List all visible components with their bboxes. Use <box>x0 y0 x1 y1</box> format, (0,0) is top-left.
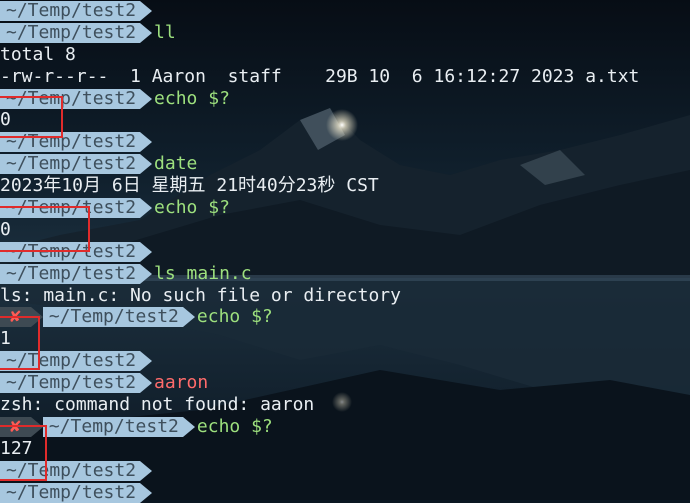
prompt-line: ~/Temp/test2 <box>0 460 690 482</box>
command-text: ll <box>154 21 176 43</box>
command-text: ls main.c <box>154 262 252 284</box>
prompt-path: ~/Temp/test2 <box>0 241 153 262</box>
prompt-line: ~/Temp/test2 ll <box>0 22 690 44</box>
output-line: zsh: command not found: aaron <box>0 394 690 416</box>
prompt-path: ~/Temp/test2 <box>0 154 153 175</box>
output-line: ls: main.c: No such file or directory <box>0 285 690 307</box>
prompt-line: ~/Temp/test2 <box>0 241 690 263</box>
prompt-path: ~/Temp/test2 <box>0 88 153 109</box>
prompt-path: ~/Temp/test2 <box>0 460 153 481</box>
output-text: 2023年10月 6日 星期五 21时40分23秒 CST <box>0 175 379 197</box>
output-text: 0 <box>0 218 11 240</box>
output-line: -rw-r--r-- 1 Aaron staff 29B 10 6 16:12:… <box>0 66 690 88</box>
prompt-line: ~/Temp/test2 <box>0 350 690 372</box>
output-line: total 8 <box>0 44 690 66</box>
prompt-path: ~/Temp/test2 <box>0 0 153 21</box>
prompt-path: ~/Temp/test2 <box>0 351 153 372</box>
prompt-line: ~/Temp/test2 ls main.c <box>0 263 690 285</box>
output-line: 1 <box>0 328 690 350</box>
prompt-path: ~/Temp/test2 <box>0 22 153 43</box>
output-text: ls: main.c: No such file or directory <box>0 284 401 306</box>
prompt-line: ~/Temp/test2 aaron <box>0 372 690 394</box>
error-status-icon: ✘ <box>0 307 43 328</box>
output-line: 0 <box>0 219 690 241</box>
command-text: echo $? <box>196 306 273 328</box>
command-text: echo $? <box>154 197 230 219</box>
terminal-window[interactable]: ~/Temp/test2 ~/Temp/test2 ll total 8 -rw-r--… <box>0 0 690 503</box>
prompt-line: ~/Temp/test2 echo $? <box>0 88 690 110</box>
output-line: 0 <box>0 109 690 131</box>
output-text: 1 <box>0 328 11 350</box>
output-line: 127 <box>0 438 690 460</box>
output-text: -rw-r--r-- 1 Aaron staff 29B 10 6 16:12:… <box>0 65 640 87</box>
prompt-line: ~/Temp/test2 echo $? <box>0 197 690 219</box>
command-text: date <box>154 153 198 175</box>
prompt-line: ~/Temp/test2 <box>0 131 690 153</box>
prompt-line: ✘ ~/Temp/test2 echo $? <box>0 306 690 328</box>
prompt-path: ~/Temp/test2 <box>0 263 153 284</box>
error-status-icon: ✘ <box>0 416 43 437</box>
prompt-path: ~/Temp/test2 <box>42 416 195 437</box>
prompt-path: ~/Temp/test2 <box>0 373 153 394</box>
prompt-line: ~/Temp/test2 <box>0 0 690 22</box>
command-text: aaron <box>154 372 209 394</box>
output-text: 0 <box>0 109 11 131</box>
command-text: echo $? <box>196 415 273 437</box>
prompt-line: ✘ ~/Temp/test2 echo $? <box>0 416 690 438</box>
prompt-path: ~/Temp/test2 <box>42 307 195 328</box>
prompt-path: ~/Temp/test2 <box>0 132 153 153</box>
output-text: zsh: command not found: aaron <box>0 394 315 416</box>
command-text: echo $? <box>154 87 230 109</box>
output-text: 127 <box>0 437 33 459</box>
prompt-path: ~/Temp/test2 <box>0 197 153 218</box>
output-text: total 8 <box>0 43 76 65</box>
output-line: 2023年10月 6日 星期五 21时40分23秒 CST <box>0 175 690 197</box>
prompt-line: ~/Temp/test2 date <box>0 153 690 175</box>
